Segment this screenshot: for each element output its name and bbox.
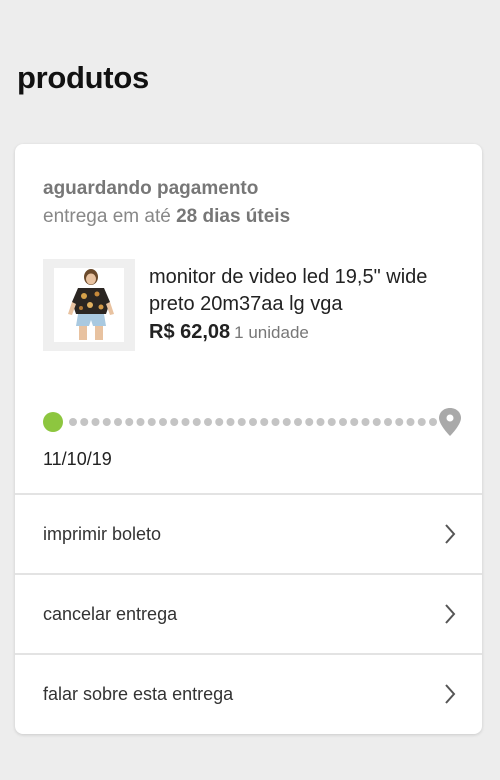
action-label: falar sobre esta entrega xyxy=(43,683,234,704)
tracking-step-dot xyxy=(181,418,190,426)
chevron-right-icon xyxy=(444,683,456,705)
cancel-delivery-button[interactable]: cancelar entrega xyxy=(15,573,482,653)
tracking-step-dot xyxy=(215,418,224,426)
tracking-step-dot xyxy=(282,418,291,426)
order-status: aguardando pagamento xyxy=(43,178,259,199)
tracking-line xyxy=(43,408,461,436)
tracking-step-dot xyxy=(260,418,269,426)
chevron-right-icon xyxy=(444,603,456,625)
tracking-step-dot xyxy=(361,418,370,426)
talk-about-delivery-button[interactable]: falar sobre esta entrega xyxy=(15,653,482,733)
product-image[interactable] xyxy=(43,259,135,351)
tracking-step-dot xyxy=(384,418,392,426)
tracking-step-dot xyxy=(429,418,437,426)
location-pin-icon xyxy=(439,408,461,436)
tracking-step-dot xyxy=(316,418,325,426)
product-name[interactable]: monitor de video led 19,5" wide preto 20… xyxy=(149,264,449,318)
tracking-progress-bar xyxy=(43,408,463,436)
tracking-step-dot xyxy=(91,418,100,426)
tracking-step-dot xyxy=(170,418,179,426)
tracking-step-dot xyxy=(339,418,347,426)
order-card: aguardando pagamento entrega em até 28 d… xyxy=(15,144,482,734)
tracking-step-dot xyxy=(350,418,359,426)
tracking-step-dot xyxy=(249,418,257,426)
tracking-step-dot xyxy=(114,418,122,426)
tracking-step-dot xyxy=(417,418,426,426)
action-label: cancelar entrega xyxy=(43,603,178,624)
page-title: produtos xyxy=(17,60,149,95)
tracking-step-dot xyxy=(147,418,156,426)
tracking-step-dot xyxy=(294,418,302,426)
tracking-step-dot xyxy=(102,418,111,426)
tracking-step-dot xyxy=(226,418,235,426)
product-price: R$ 62,08 xyxy=(149,321,231,343)
tracking-step-dot xyxy=(305,418,314,426)
delivery-prefix: entrega em até xyxy=(43,206,177,227)
tracking-step-dot xyxy=(159,418,167,426)
print-boleto-button[interactable]: imprimir boleto xyxy=(15,493,482,573)
tracking-date: 11/10/19 xyxy=(43,449,112,469)
tracking-step-dot xyxy=(395,418,404,426)
tracking-step-dot xyxy=(406,418,415,426)
tracking-step-dot xyxy=(69,418,77,426)
tracking-step-dot xyxy=(372,418,381,426)
tracking-step-dot xyxy=(327,418,336,426)
tracking-step-dot xyxy=(80,418,89,426)
tracking-step-dot xyxy=(125,418,134,426)
tracking-step-dot xyxy=(237,418,246,426)
tracking-step-dot xyxy=(192,418,201,426)
product-photo-icon xyxy=(54,268,124,342)
price-line: R$ 62,08 1 unidade xyxy=(149,321,309,344)
tracking-step-dot xyxy=(204,418,212,426)
chevron-right-icon xyxy=(444,523,456,545)
product-quantity: 1 unidade xyxy=(234,323,309,342)
delivery-estimate: entrega em até 28 dias úteis xyxy=(43,206,290,228)
delivery-days: 28 dias úteis xyxy=(176,206,291,227)
tracking-step-dot xyxy=(136,418,145,426)
action-label: imprimir boleto xyxy=(43,523,162,544)
tracking-start-dot xyxy=(43,412,63,432)
tracking-step-dot xyxy=(271,418,280,426)
